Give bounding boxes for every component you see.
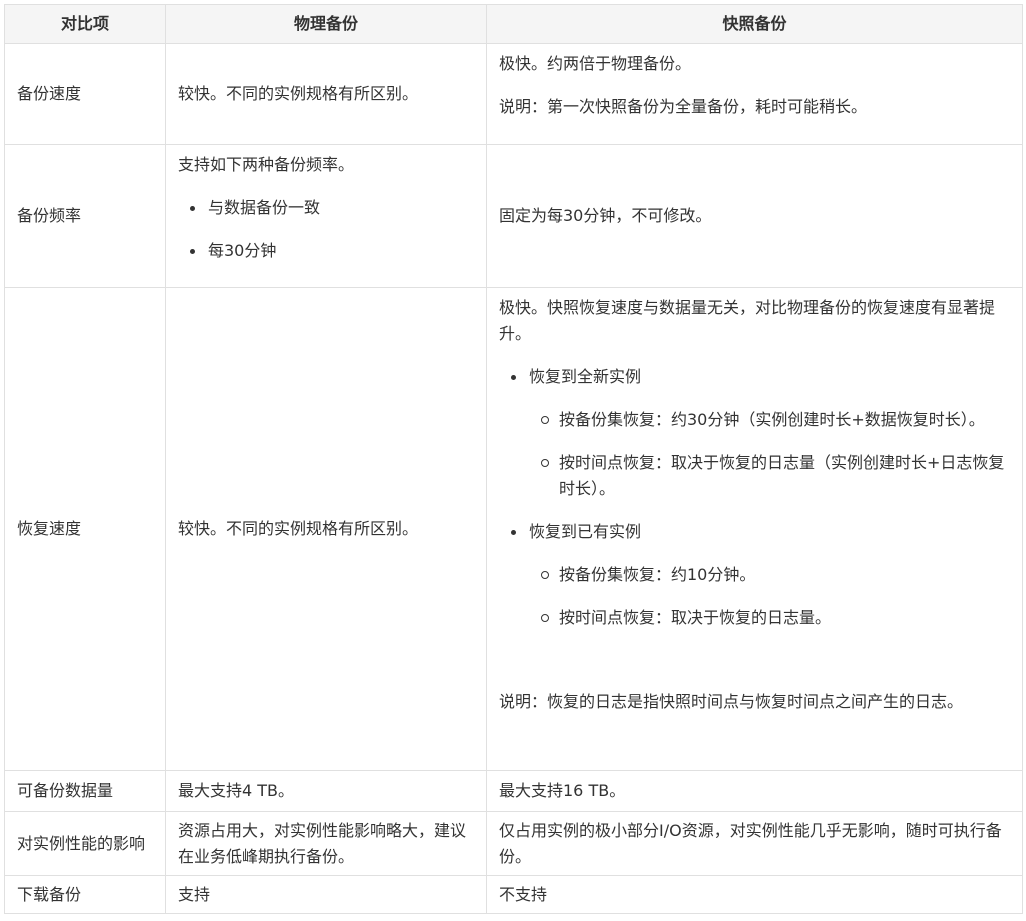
list-item: 按备份集恢复：约30分钟（实例创建时长+数据恢复时长）。 [541,407,1010,433]
existing-instance-sublist: 按备份集恢复：约10分钟。 按时间点恢复：取决于恢复的日志量。 [529,562,1010,631]
physical-performance: 资源占用大，对实例性能影响略大，建议在业务低峰期执行备份。 [165,811,487,876]
table-row-backup-speed: 备份速度 较快。不同的实例规格有所区别。 极快。约两倍于物理备份。 说明：第一次… [4,43,1023,145]
physical-download: 支持 [165,875,487,914]
snapshot-backup-frequency: 固定为每30分钟，不可修改。 [486,144,1023,288]
header-snapshot-backup: 快照备份 [486,4,1023,44]
backup-comparison-table: 对比项 物理备份 快照备份 备份速度 较快。不同的实例规格有所区别。 极快。约两… [4,4,1023,914]
row-label-data-volume: 可备份数据量 [4,770,166,812]
list-item: 每30分钟 [190,238,474,264]
snapshot-restore-note: 说明：恢复的日志是指快照时间点与恢复时间点之间产生的日志。 [499,692,964,711]
snapshot-speed-main: 极快。约两倍于物理备份。 [499,54,692,73]
header-item: 对比项 [4,4,166,44]
row-label-download: 下载备份 [4,875,166,914]
row-label-restore-speed: 恢复速度 [4,287,166,771]
new-instance-label: 恢复到全新实例 [529,367,642,386]
row-label-performance: 对实例性能的影响 [4,811,166,876]
list-item-existing-instance: 恢复到已有实例 按备份集恢复：约10分钟。 按时间点恢复：取决于恢复的日志量。 [511,519,1010,631]
frequency-intro: 支持如下两种备份频率。 [178,155,355,174]
table-row-download: 下载备份 支持 不支持 [4,875,1023,914]
snapshot-download: 不支持 [486,875,1023,914]
physical-restore-speed: 较快。不同的实例规格有所区别。 [165,287,487,771]
existing-instance-label: 恢复到已有实例 [529,522,642,541]
snapshot-data-volume: 最大支持16 TB。 [486,770,1023,812]
snapshot-performance: 仅占用实例的极小部分I/O资源，对实例性能几乎无影响，随时可执行备份。 [486,811,1023,876]
physical-backup-speed: 较快。不同的实例规格有所区别。 [165,43,487,145]
list-item: 按时间点恢复：取决于恢复的日志量（实例创建时长+日志恢复时长）。 [541,450,1010,502]
header-row: 对比项 物理备份 快照备份 [4,4,1023,44]
snapshot-backup-speed: 极快。约两倍于物理备份。 说明：第一次快照备份为全量备份，耗时可能稍长。 [486,43,1023,145]
physical-backup-frequency: 支持如下两种备份频率。 与数据备份一致 每30分钟 [165,144,487,288]
list-item: 按时间点恢复：取决于恢复的日志量。 [541,605,1010,631]
snapshot-speed-note: 说明：第一次快照备份为全量备份，耗时可能稍长。 [499,97,868,116]
row-label-backup-frequency: 备份频率 [4,144,166,288]
list-item-new-instance: 恢复到全新实例 按备份集恢复：约30分钟（实例创建时长+数据恢复时长）。 按时间… [511,364,1010,502]
list-item: 与数据备份一致 [190,195,474,221]
restore-target-list: 恢复到全新实例 按备份集恢复：约30分钟（实例创建时长+数据恢复时长）。 按时间… [499,364,1010,631]
table-row-data-volume: 可备份数据量 最大支持4 TB。 最大支持16 TB。 [4,770,1023,812]
snapshot-restore-intro: 极快。快照恢复速度与数据量无关，对比物理备份的恢复速度有显著提升。 [499,298,996,343]
row-label-backup-speed: 备份速度 [4,43,166,145]
table-row-backup-frequency: 备份频率 支持如下两种备份频率。 与数据备份一致 每30分钟 固定为每30分钟，… [4,144,1023,288]
snapshot-restore-speed: 极快。快照恢复速度与数据量无关，对比物理备份的恢复速度有显著提升。 恢复到全新实… [486,287,1023,771]
frequency-options-list: 与数据备份一致 每30分钟 [178,195,474,264]
table-row-performance: 对实例性能的影响 资源占用大，对实例性能影响略大，建议在业务低峰期执行备份。 仅… [4,811,1023,876]
physical-data-volume: 最大支持4 TB。 [165,770,487,812]
header-physical-backup: 物理备份 [165,4,487,44]
table-row-restore-speed: 恢复速度 较快。不同的实例规格有所区别。 极快。快照恢复速度与数据量无关，对比物… [4,287,1023,771]
list-item: 按备份集恢复：约10分钟。 [541,562,1010,588]
new-instance-sublist: 按备份集恢复：约30分钟（实例创建时长+数据恢复时长）。 按时间点恢复：取决于恢… [529,407,1010,502]
